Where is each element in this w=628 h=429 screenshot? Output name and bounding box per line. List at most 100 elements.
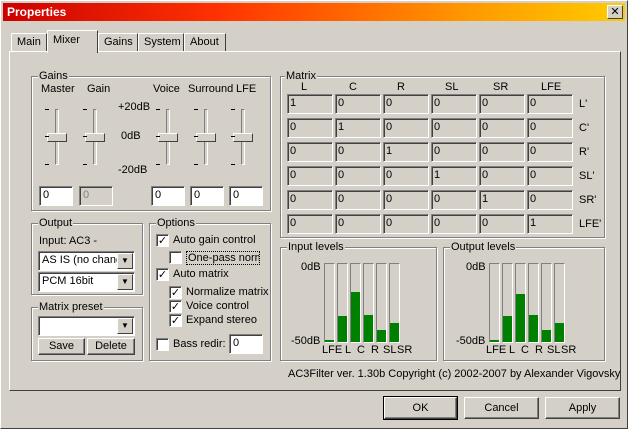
gain-field: 0: [79, 186, 113, 206]
voice-slider-thumb[interactable]: [158, 133, 178, 142]
chevron-down-icon[interactable]: ▼: [117, 318, 133, 334]
chevron-down-icon[interactable]: ▼: [117, 253, 133, 269]
matrix-cell[interactable]: 0: [287, 166, 333, 186]
matrix-cell[interactable]: 0: [383, 166, 429, 186]
level-channel-label: SR: [397, 344, 413, 356]
expand-stereo-checkbox[interactable]: ✓: [169, 314, 182, 327]
matrix-cell[interactable]: 0: [287, 142, 333, 162]
auto-matrix-label: Auto matrix: [173, 268, 229, 280]
delete-preset-button[interactable]: Delete: [87, 338, 135, 355]
matrix-cell[interactable]: 0: [479, 94, 525, 114]
matrix-cell[interactable]: 0: [431, 142, 477, 162]
matrix-cell[interactable]: 1: [527, 214, 573, 234]
level-channel-label: LFE: [322, 344, 343, 356]
matrix-row-header: SR': [579, 194, 597, 206]
matrix-cell[interactable]: 0: [479, 214, 525, 234]
matrix-cell[interactable]: 0: [287, 118, 333, 138]
tick: [156, 136, 160, 137]
master-slider-thumb[interactable]: [47, 133, 67, 142]
matrix-cell[interactable]: 0: [431, 94, 477, 114]
matrix-col-header: LFE: [541, 81, 562, 93]
surround-gain-field[interactable]: 0: [190, 186, 224, 206]
gains-group-label: Gains: [38, 70, 69, 82]
voice-gain-field[interactable]: 0: [151, 186, 185, 206]
matrix-cell[interactable]: 0: [431, 214, 477, 234]
matrix-cell[interactable]: 0: [335, 214, 381, 234]
matrix-cell[interactable]: 0: [335, 94, 381, 114]
auto-matrix-checkbox[interactable]: ✓: [156, 268, 169, 281]
matrix-preset-group-label: Matrix preset: [38, 301, 104, 313]
matrix-cell[interactable]: 0: [527, 166, 573, 186]
lfe-gain-field[interactable]: 0: [229, 186, 263, 206]
matrix-cell[interactable]: 0: [335, 190, 381, 210]
matrix-cell[interactable]: 0: [287, 214, 333, 234]
matrix-cell[interactable]: 1: [287, 94, 333, 114]
level-meter-fill: [490, 340, 499, 342]
ok-button[interactable]: OK: [383, 396, 458, 420]
gain-slider-thumb[interactable]: [85, 133, 105, 142]
matrix-preset-select[interactable]: ▼: [38, 316, 135, 336]
apply-button[interactable]: Apply: [545, 397, 620, 419]
sample-format-select[interactable]: PCM 16bit ▼: [38, 272, 135, 292]
matrix-cell[interactable]: 0: [479, 118, 525, 138]
master-gain-field[interactable]: 0: [39, 186, 73, 206]
level-meter: [376, 263, 387, 343]
speakers-select[interactable]: AS IS (no change) ▼: [38, 251, 135, 271]
matrix-col-header: SR: [493, 81, 509, 93]
tab-system[interactable]: System: [138, 33, 184, 52]
matrix-row-header: C': [579, 122, 590, 134]
voice-control-checkbox[interactable]: ✓: [169, 300, 182, 313]
close-button[interactable]: ✕: [607, 5, 623, 19]
level-channel-label: L: [345, 344, 352, 356]
tab-about[interactable]: About: [184, 33, 226, 52]
cancel-button[interactable]: Cancel: [464, 397, 539, 419]
matrix-cell[interactable]: 0: [479, 166, 525, 186]
matrix-cell[interactable]: 0: [287, 190, 333, 210]
matrix-cell[interactable]: 0: [335, 166, 381, 186]
matrix-cell[interactable]: 0: [527, 142, 573, 162]
title-bar[interactable]: Properties ✕: [3, 3, 625, 21]
auto-gain-checkbox[interactable]: ✓: [156, 234, 169, 247]
matrix-cell[interactable]: 0: [431, 118, 477, 138]
matrix-cell[interactable]: 1: [431, 166, 477, 186]
tab-main[interactable]: Main: [11, 33, 47, 52]
matrix-cell[interactable]: 0: [383, 118, 429, 138]
tab-gains[interactable]: Gains: [98, 33, 138, 52]
save-preset-button[interactable]: Save: [38, 338, 85, 355]
matrix-cell[interactable]: 0: [527, 190, 573, 210]
surround-slider-thumb[interactable]: [196, 133, 216, 142]
bass-redir-checkbox[interactable]: [156, 338, 169, 351]
level-meter: [337, 263, 348, 343]
matrix-cell[interactable]: 0: [383, 94, 429, 114]
matrix-cell[interactable]: 0: [383, 214, 429, 234]
input-levels-bottom-label: -50dB: [291, 335, 321, 347]
tick: [83, 136, 87, 137]
matrix-cell[interactable]: 0: [383, 190, 429, 210]
matrix-row-header: R': [579, 146, 590, 158]
expand-stereo-label: Expand stereo: [186, 314, 257, 326]
level-meter: [489, 263, 500, 343]
normalize-matrix-checkbox[interactable]: ✓: [169, 286, 182, 299]
matrix-cell[interactable]: 0: [431, 190, 477, 210]
matrix-cell[interactable]: 1: [479, 190, 525, 210]
one-pass-norm-checkbox[interactable]: [169, 251, 182, 264]
tick: [45, 164, 49, 165]
matrix-cell[interactable]: 1: [383, 142, 429, 162]
input-levels-group-label: Input levels: [287, 241, 345, 253]
level-meter-fill: [542, 330, 551, 342]
matrix-cell[interactable]: 0: [479, 142, 525, 162]
chevron-down-icon[interactable]: ▼: [117, 274, 133, 290]
level-channel-label: C: [521, 344, 529, 356]
lfe-slider-thumb[interactable]: [233, 133, 253, 142]
level-channel-label: L: [509, 344, 516, 356]
level-meter: [528, 263, 539, 343]
tab-mixer[interactable]: Mixer: [47, 30, 98, 53]
auto-gain-label: Auto gain control: [173, 234, 256, 246]
matrix-cell[interactable]: 0: [527, 118, 573, 138]
matrix-cell[interactable]: 0: [335, 142, 381, 162]
bass-redir-freq-field[interactable]: 0: [229, 334, 263, 354]
matrix-cell[interactable]: 0: [527, 94, 573, 114]
matrix-cell[interactable]: 1: [335, 118, 381, 138]
normalize-matrix-label: Normalize matrix: [186, 286, 269, 298]
matrix-row-header: LFE': [579, 218, 602, 230]
